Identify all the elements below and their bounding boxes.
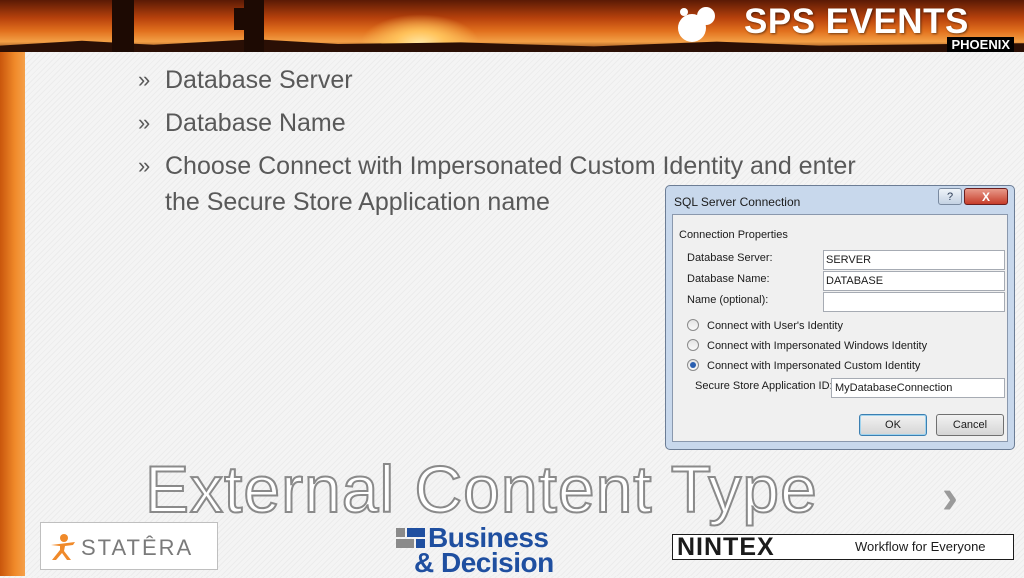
dialog-title: SQL Server Connection — [674, 195, 801, 209]
business-decision-logo: Business & Decision — [396, 523, 596, 578]
cactus-right — [244, 0, 264, 52]
logo-main-text: SPS EVENTS — [744, 2, 969, 41]
sps-bubbles-icon — [678, 7, 715, 42]
radio-label: Connect with Impersonated Custom Identit… — [707, 360, 921, 372]
sql-server-connection-dialog: SQL Server Connection ? X Connection Pro… — [665, 185, 1015, 450]
radio-impersonated-custom[interactable]: Connect with Impersonated Custom Identit… — [687, 359, 920, 372]
bullet-text: Database Name — [165, 109, 346, 137]
cactus-arm — [234, 8, 244, 30]
bullet-item: » Database Name — [138, 105, 878, 141]
database-server-label: Database Server: — [687, 252, 773, 264]
connection-properties-label: Connection Properties — [679, 229, 788, 241]
dialog-body: Connection Properties Database Server: S… — [672, 214, 1008, 442]
radio-label: Connect with User's Identity — [707, 320, 843, 332]
radio-impersonated-windows[interactable]: Connect with Impersonated Windows Identi… — [687, 339, 927, 352]
name-optional-input[interactable] — [823, 292, 1005, 312]
nintex-wordmark: NINTEX — [677, 533, 775, 561]
radio-label: Connect with Impersonated Windows Identi… — [707, 340, 928, 352]
bullet-text: Database Server — [165, 66, 353, 94]
database-name-label: Database Name: — [687, 273, 770, 285]
bullet-marker: » — [138, 110, 151, 135]
secure-store-input[interactable]: MyDatabaseConnection — [831, 378, 1005, 398]
radio-user-identity[interactable]: Connect with User's Identity — [687, 319, 843, 332]
nintex-logo: NINTEX Workflow for Everyone — [672, 533, 1014, 561]
bullet-marker: » — [138, 153, 151, 178]
radio-button-icon[interactable] — [687, 339, 699, 351]
cactus-left — [112, 0, 134, 52]
close-button[interactable]: X — [964, 188, 1008, 205]
bullet-item: » Database Server — [138, 62, 878, 98]
sps-events-logo: SPS EVENTS PHOENIX — [664, 0, 1024, 52]
bd-line2: & Decision — [414, 547, 554, 578]
dialog-titlebar[interactable]: SQL Server Connection ? X — [666, 186, 1014, 214]
slide-title: External Content Type — [144, 451, 818, 527]
statera-text: STATÊRA — [81, 535, 194, 560]
radio-button-icon[interactable] — [687, 319, 699, 331]
cancel-button[interactable]: Cancel — [936, 414, 1004, 436]
nintex-tagline: Workflow for Everyone — [855, 539, 986, 554]
statera-logo: STATÊRA — [40, 522, 218, 570]
ok-button[interactable]: OK — [859, 414, 927, 436]
bullet-marker: » — [138, 67, 151, 92]
database-name-input[interactable]: DATABASE — [823, 271, 1005, 291]
name-optional-label: Name (optional): — [687, 294, 769, 306]
secure-store-label: Secure Store Application ID: — [695, 380, 833, 392]
chevron-right-icon[interactable]: › — [942, 474, 958, 522]
radio-button-selected-icon[interactable] — [687, 359, 699, 371]
statera-figure-icon — [51, 534, 75, 560]
help-button[interactable]: ? — [938, 188, 962, 205]
header-banner: SPS EVENTS PHOENIX — [0, 0, 1024, 52]
left-accent-strip — [0, 52, 25, 576]
logo-sub-text: PHOENIX — [947, 37, 1014, 52]
database-server-input[interactable]: SERVER — [823, 250, 1005, 270]
